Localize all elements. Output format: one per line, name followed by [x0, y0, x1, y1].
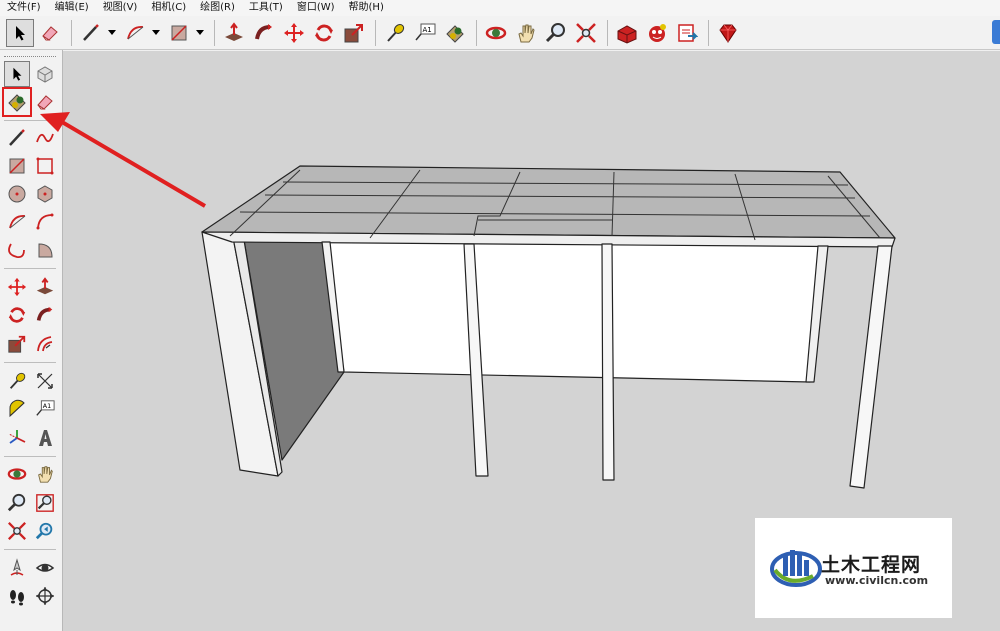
watermark-badge: 土木工程网 www.civilcn.com [755, 518, 952, 618]
back-panel [321, 239, 829, 383]
table-top [201, 165, 896, 239]
annotation-arrow [40, 112, 207, 208]
leg-mid-2 [601, 243, 615, 481]
watermark-url: www.civilcn.com [825, 574, 929, 587]
watermark-title: 土木工程网 [821, 554, 922, 576]
civilcn-logo-icon [770, 550, 822, 587]
leg-right-front [849, 245, 893, 489]
